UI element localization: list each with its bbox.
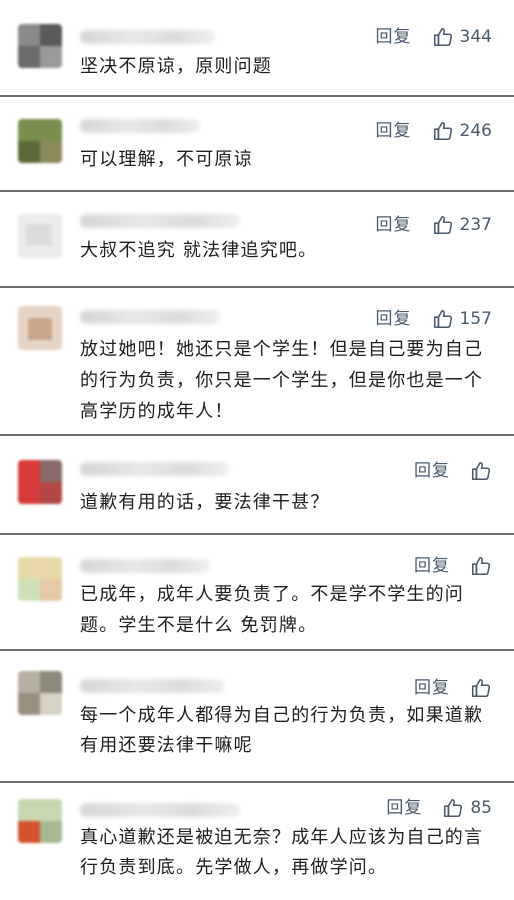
like-count: 237	[459, 215, 492, 235]
like-count: 85	[470, 798, 492, 818]
avatar[interactable]	[18, 671, 62, 715]
username[interactable]	[80, 679, 225, 693]
comment-text: 每一个成年人都得为自己的行为负责，如果道歉有用还要法律干嘛呢	[80, 705, 484, 756]
like-button[interactable]: 85	[442, 797, 492, 819]
avatar[interactable]	[18, 24, 62, 68]
username[interactable]	[80, 803, 240, 817]
reply-button[interactable]: 回复	[376, 308, 412, 330]
avatar[interactable]	[18, 799, 62, 843]
reply-button[interactable]: 回复	[414, 555, 450, 577]
like-button[interactable]: 237	[432, 214, 492, 236]
comment-card: 回复 157 放过她吧！她还只是个学生！但是自己要为自己的行为负责，你只是一个学…	[0, 288, 514, 436]
like-button[interactable]	[470, 677, 492, 699]
like-count: 344	[459, 27, 492, 47]
thumbs-up-icon	[471, 461, 491, 481]
comment-feed: 回复 344 坚决不原谅，原则问题 回复 246 可以理解，不可原谅 回复 23…	[0, 0, 514, 900]
reply-button[interactable]: 回复	[376, 120, 412, 142]
comment-card: 回复 道歉有用的话，要法律干甚？	[0, 436, 514, 535]
comment-text: 坚决不原谅，原则问题	[80, 56, 272, 77]
like-button[interactable]: 157	[432, 308, 492, 330]
avatar[interactable]	[18, 306, 62, 350]
username[interactable]	[80, 214, 240, 228]
comment-text: 道歉有用的话，要法律干甚？	[80, 492, 330, 513]
reply-button[interactable]: 回复	[386, 797, 422, 819]
username[interactable]	[80, 559, 210, 573]
thumbs-up-icon	[433, 121, 452, 141]
comment-card: 回复 237 大叔不追究 就法律追究吧。	[0, 192, 514, 288]
thumbs-up-icon	[433, 309, 452, 329]
comment-text: 已成年，成年人要负责了。不是学不学生的问题。学生不是什么 免罚牌。	[80, 584, 464, 636]
comment-card: 回复 246 可以理解，不可原谅	[0, 97, 514, 192]
thumbs-up-icon	[433, 27, 452, 47]
avatar[interactable]	[18, 557, 62, 601]
reply-button[interactable]: 回复	[414, 677, 450, 699]
username[interactable]	[80, 310, 220, 324]
like-button[interactable]	[470, 555, 492, 577]
comment-card: 回复 85 真心道歉还是被迫无奈？成年人应该为自己的言行负责到底。先学做人，再做…	[0, 783, 514, 900]
like-button[interactable]: 344	[432, 26, 492, 48]
comment-text: 可以理解，不可原谅	[80, 149, 253, 170]
username[interactable]	[80, 119, 200, 133]
avatar[interactable]	[18, 460, 62, 504]
thumbs-up-icon	[444, 798, 463, 818]
comment-card: 回复 已成年，成年人要负责了。不是学不学生的问题。学生不是什么 免罚牌。	[0, 535, 514, 651]
like-button[interactable]	[470, 460, 492, 482]
reply-button[interactable]: 回复	[376, 214, 412, 236]
thumbs-up-icon	[471, 678, 491, 698]
comment-text: 放过她吧！她还只是个学生！但是自己要为自己的行为负责，你只是一个学生，但是你也是…	[80, 339, 484, 422]
comment-card: 回复 每一个成年人都得为自己的行为负责，如果道歉有用还要法律干嘛呢	[0, 651, 514, 783]
avatar[interactable]	[18, 119, 62, 163]
avatar[interactable]	[18, 214, 62, 258]
reply-button[interactable]: 回复	[414, 460, 450, 482]
thumbs-up-icon	[471, 556, 491, 576]
username[interactable]	[80, 462, 230, 476]
thumbs-up-icon	[433, 215, 452, 235]
comment-text: 大叔不追究 就法律追究吧。	[80, 240, 318, 261]
comment-text: 真心道歉还是被迫无奈？成年人应该为自己的言行负责到底。先学做人，再做学问。	[80, 827, 484, 878]
comment-card: 回复 344 坚决不原谅，原则问题	[0, 0, 514, 97]
like-button[interactable]: 246	[432, 120, 492, 142]
like-count: 246	[459, 121, 492, 141]
like-count: 157	[459, 309, 492, 329]
username[interactable]	[80, 30, 215, 44]
reply-button[interactable]: 回复	[376, 26, 412, 48]
